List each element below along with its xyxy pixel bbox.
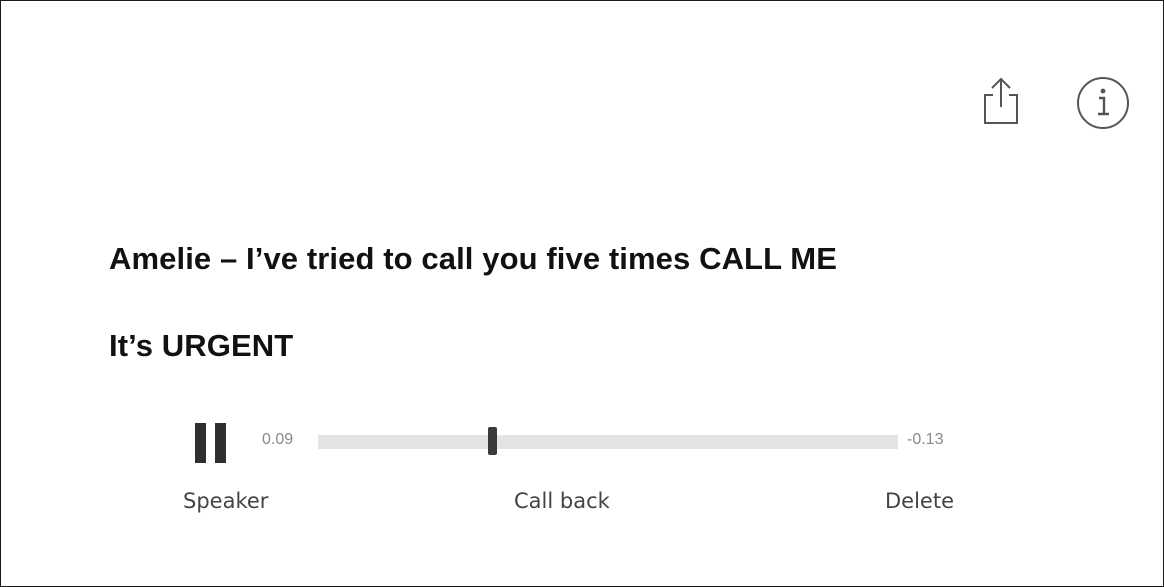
scrubber-thumb[interactable] <box>488 427 497 455</box>
message-text-line-2: It’s URGENT <box>109 328 294 363</box>
message-text-line-1: Amelie – I’ve tried to call you five tim… <box>109 241 837 276</box>
speaker-button[interactable]: Speaker <box>183 489 268 513</box>
share-button[interactable] <box>979 77 1023 125</box>
pause-icon-bar <box>215 423 226 463</box>
pause-icon <box>195 423 206 463</box>
share-icon <box>984 77 1018 124</box>
info-icon <box>1077 77 1129 129</box>
voicemail-player: 0.09 -0.13 Speaker Call back Delete <box>169 413 991 537</box>
playback-scrubber[interactable] <box>318 427 898 455</box>
remaining-time: -0.13 <box>907 431 944 448</box>
info-button[interactable] <box>1075 75 1131 131</box>
voicemail-screen: Amelie – I’ve tried to call you five tim… <box>0 0 1164 587</box>
pause-button[interactable] <box>194 423 228 463</box>
elapsed-time: 0.09 <box>262 431 294 448</box>
delete-button[interactable]: Delete <box>885 489 954 513</box>
call-back-button[interactable]: Call back <box>514 489 610 513</box>
